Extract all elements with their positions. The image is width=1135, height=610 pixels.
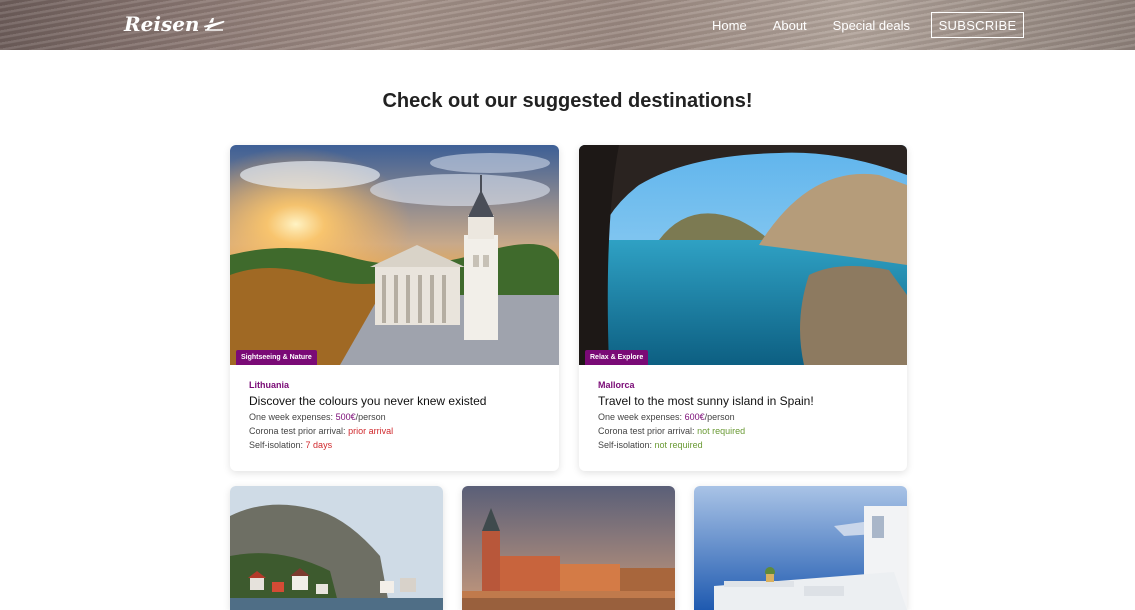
destination-card-lithuania[interactable]: Sightseeing & Nature Lithuania Discover … (230, 145, 559, 471)
destination-card-santorini[interactable] (694, 486, 907, 610)
greek-terrace-image (694, 486, 907, 610)
expenses-value: 500€ (335, 412, 356, 422)
corona-test-line: Corona test prior arrival: prior arrival (249, 426, 543, 436)
isolation-value: not required (654, 440, 703, 450)
card-body: Mallorca Travel to the most sunny island… (598, 380, 891, 454)
destination-name: Mallorca (598, 380, 635, 390)
nav-home[interactable]: Home (712, 18, 747, 33)
mallorca-cave-image (579, 145, 907, 365)
coastal-village-image (230, 486, 443, 610)
isolation-label: Self-isolation: (249, 440, 304, 450)
corona-test-value: prior arrival (348, 426, 394, 436)
logo-text: Reisen (124, 12, 200, 36)
destination-card-prague[interactable] (462, 486, 675, 610)
card-image: Sightseeing & Nature (230, 145, 559, 365)
riverside-city-image (462, 486, 675, 610)
corona-test-line: Corona test prior arrival: not required (598, 426, 891, 436)
expenses-suffix: /person (355, 412, 386, 422)
logo[interactable]: Reisen (124, 12, 225, 36)
nav-about[interactable]: About (773, 18, 807, 33)
isolation-value: 7 days (305, 440, 333, 450)
card-image: Relax & Explore (579, 145, 907, 365)
expenses-line: One week expenses: 600€/person (598, 412, 891, 422)
airplane-icon (204, 18, 225, 31)
site-header: Reisen Home About Special deals SUBSCRIB… (0, 0, 1135, 50)
destination-card-mallorca[interactable]: Relax & Explore Mallorca Travel to the m… (579, 145, 907, 471)
destination-name: Lithuania (249, 380, 289, 390)
category-tag: Sightseeing & Nature (236, 350, 317, 365)
corona-test-value: not required (697, 426, 746, 436)
subscribe-button[interactable]: SUBSCRIBE (931, 12, 1024, 38)
card-body: Lithuania Discover the colours you never… (249, 380, 543, 454)
expenses-suffix: /person (704, 412, 735, 422)
expenses-label: One week expenses: (249, 412, 334, 422)
corona-test-label: Corona test prior arrival: (249, 426, 346, 436)
main-nav: Home About Special deals (712, 0, 936, 50)
card-headline[interactable]: Travel to the most sunny island in Spain… (598, 394, 891, 408)
card-headline[interactable]: Discover the colours you never knew exis… (249, 394, 543, 408)
destination-card-norway[interactable] (230, 486, 443, 610)
isolation-line: Self-isolation: not required (598, 440, 891, 450)
isolation-label: Self-isolation: (598, 440, 653, 450)
expenses-line: One week expenses: 500€/person (249, 412, 543, 422)
expenses-label: One week expenses: (598, 412, 683, 422)
vilnius-cathedral-image (230, 145, 559, 365)
page-title: Check out our suggested destinations! (382, 90, 753, 112)
corona-test-label: Corona test prior arrival: (598, 426, 695, 436)
nav-special-deals[interactable]: Special deals (833, 18, 910, 33)
expenses-value: 600€ (684, 412, 705, 422)
isolation-line: Self-isolation: 7 days (249, 440, 543, 450)
category-tag: Relax & Explore (585, 350, 649, 365)
